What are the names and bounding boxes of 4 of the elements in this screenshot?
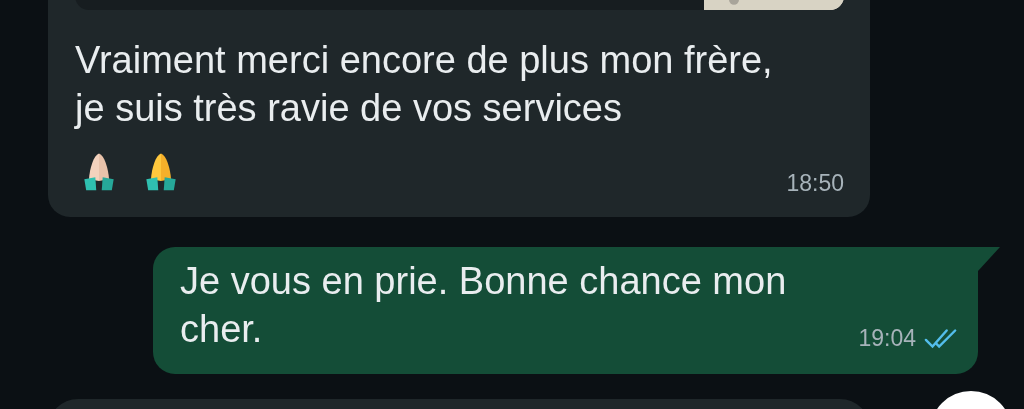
message-text: Vraiment merci encore de plus mon frère, je suis très ravie de vos services: [75, 38, 774, 131]
message-time: 19:04: [858, 325, 916, 352]
message-time: 18:50: [786, 170, 844, 197]
message-text: Je vous en prie. Bonne chance mon cher.: [180, 259, 788, 352]
